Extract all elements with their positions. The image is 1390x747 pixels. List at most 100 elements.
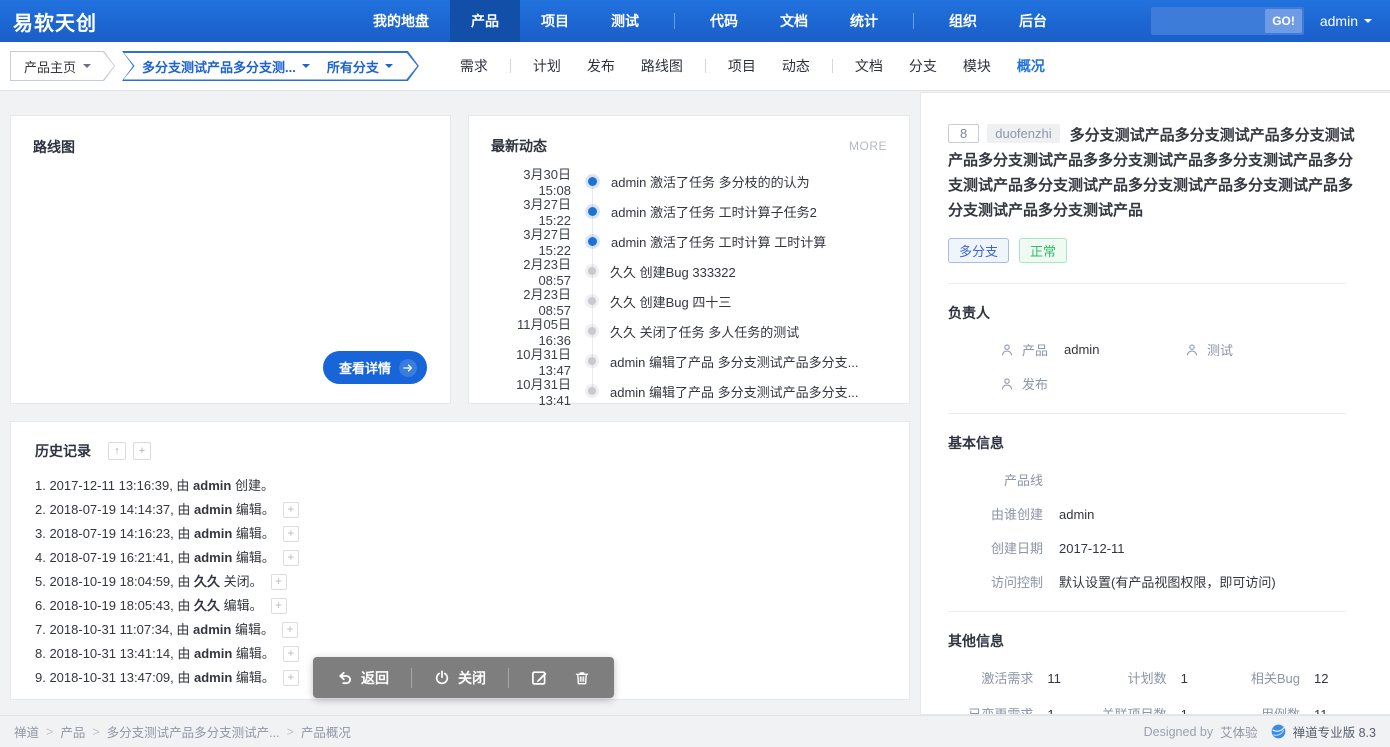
activity-text[interactable]: 久久 创建Bug 333322	[610, 262, 736, 281]
history-expand-button[interactable]: +	[283, 646, 299, 662]
delete-button[interactable]	[568, 670, 596, 686]
footer-credits: Designed by 艾体验 禅道专业版 8.3	[1144, 722, 1376, 741]
stat-value[interactable]: 1	[1181, 671, 1215, 686]
stat-value[interactable]: 1	[1047, 707, 1081, 715]
tab-project[interactable]: 项目	[715, 56, 769, 76]
back-button[interactable]: 返回	[331, 668, 395, 688]
tab-roadmap[interactable]: 路线图	[628, 56, 696, 76]
tab-release[interactable]: 发布	[574, 56, 628, 76]
more-link[interactable]: MORE	[849, 139, 887, 153]
timeline-dot-icon	[588, 237, 597, 246]
info-label: 产品线	[948, 470, 1043, 489]
history-item: 2. 2018-07-19 14:14:37, 由 admin 编辑。+	[35, 498, 885, 522]
reverse-order-button[interactable]: ↑	[108, 442, 126, 460]
nav-item-project[interactable]: 项目	[520, 0, 590, 42]
product-home-button[interactable]: 产品主页	[10, 51, 115, 81]
activity-text[interactable]: admin 编辑了产品 多分支测试产品多分支...	[610, 352, 858, 371]
tab-branch[interactable]: 分支	[896, 56, 950, 76]
tab-plan[interactable]: 计划	[520, 56, 574, 76]
crumb-overview[interactable]: 产品概况	[301, 722, 351, 741]
info-label: 创建日期	[948, 538, 1043, 557]
history-expand-button[interactable]: +	[283, 502, 299, 518]
other-info-section: 其他信息 激活需求 11 计划数 1 相关Bug 12 已变更需求 1	[948, 631, 1366, 715]
power-off-icon	[434, 670, 450, 686]
tab-module[interactable]: 模块	[950, 56, 1004, 76]
footer: 禅道 > 产品 > 多分支测试产品多分支测试产... > 产品概况 Design…	[0, 715, 1390, 747]
activity-text[interactable]: admin 激活了任务 工时计算 工时计算	[611, 232, 826, 251]
expand-all-button[interactable]: +	[133, 442, 151, 460]
designer-link[interactable]: 艾体验	[1220, 722, 1258, 741]
nav-item-test[interactable]: 测试	[590, 0, 660, 42]
tab-doc[interactable]: 文档	[842, 56, 896, 76]
history-expand-button[interactable]: +	[271, 598, 287, 614]
activity-text[interactable]: 久久 创建Bug 四十三	[610, 292, 731, 311]
latest-activity-panel: 最新动态 MORE 3月30日 15:08 admin 激活了任务 多分枝的的认…	[468, 115, 910, 404]
history-expand-button[interactable]: +	[282, 622, 298, 638]
history-actor: 久久	[194, 574, 220, 589]
stat-value[interactable]: 11	[1047, 671, 1081, 686]
stat-bugs: 相关Bug 12	[1215, 668, 1348, 687]
activity-time: 11月05日 16:36	[491, 314, 571, 348]
section-divider	[948, 611, 1346, 612]
crumb-home[interactable]: 禅道	[14, 722, 39, 741]
edit-button[interactable]	[525, 669, 554, 686]
info-row-access-control: 访问控制 默认设置(有产品视图权限，即可访问)	[948, 572, 1366, 591]
crumb-product[interactable]: 产品	[60, 722, 85, 741]
search-go-button[interactable]: GO!	[1265, 9, 1302, 33]
navbar-right: GO! admin	[1151, 7, 1390, 35]
app-logo[interactable]: 易软天创	[13, 7, 97, 36]
stat-value[interactable]: 11	[1314, 707, 1348, 715]
menu-divider	[913, 13, 914, 29]
tab-story[interactable]: 需求	[447, 56, 501, 76]
crumb-separator: >	[92, 725, 99, 739]
owner-product: 产品 admin	[1000, 340, 1185, 359]
crumb-product-name[interactable]: 多分支测试产品多分支测试产...	[107, 722, 280, 741]
info-value: admin	[1059, 507, 1094, 522]
nav-item-product[interactable]: 产品	[450, 0, 520, 42]
history-expand-button[interactable]: +	[283, 670, 299, 686]
nav-item-doc[interactable]: 文档	[759, 0, 829, 42]
stat-value[interactable]: 1	[1181, 707, 1215, 715]
close-button[interactable]: 关闭	[428, 668, 492, 688]
nav-item-organization[interactable]: 组织	[928, 0, 998, 42]
owner-label: 测试	[1207, 340, 1233, 359]
timeline-dot-icon	[588, 177, 597, 186]
view-detail-label: 查看详情	[339, 358, 391, 377]
activity-time: 3月27日 15:22	[491, 194, 571, 228]
history-expand-button[interactable]: +	[283, 550, 299, 566]
zentao-logo-icon	[1271, 724, 1286, 739]
stat-value[interactable]: 12	[1314, 671, 1348, 686]
info-label: 由谁创建	[948, 504, 1043, 523]
stat-linked-projects: 关联项目数 1	[1081, 704, 1214, 715]
roadmap-title: 路线图	[33, 137, 428, 157]
product-select[interactable]: 多分支测试产品多分支测...	[142, 57, 310, 76]
nav-item-code[interactable]: 代码	[689, 0, 759, 42]
activity-item: 10月31日 13:41 admin 编辑了产品 多分支测试产品多分支...	[491, 376, 887, 406]
timeline-dot-icon	[588, 387, 596, 395]
tab-overview[interactable]: 概况	[1004, 56, 1058, 76]
status-badge: 正常	[1019, 238, 1067, 263]
stat-label: 已变更需求	[948, 704, 1033, 715]
nav-item-my-dashboard[interactable]: 我的地盘	[352, 0, 450, 42]
history-action: 创建。	[231, 478, 274, 493]
history-expand-button[interactable]: +	[271, 574, 287, 590]
activity-text[interactable]: admin 激活了任务 工时计算子任务2	[611, 202, 817, 221]
activity-text[interactable]: admin 激活了任务 多分枝的的认为	[611, 172, 810, 191]
sub-navbar: 产品主页 多分支测试产品多分支测... 所有分支 需求 计划 发布 路线图 项目…	[0, 42, 1390, 91]
tab-dynamic[interactable]: 动态	[769, 56, 823, 76]
activity-text[interactable]: 久久 关闭了任务 多人任务的测试	[610, 322, 799, 341]
view-detail-button[interactable]: 查看详情	[323, 351, 427, 384]
timeline-dot-icon	[588, 327, 596, 335]
user-menu[interactable]: admin	[1320, 13, 1372, 29]
branch-select[interactable]: 所有分支	[327, 57, 393, 76]
basic-info-title: 基本信息	[948, 433, 1366, 453]
activity-text[interactable]: admin 编辑了产品 多分支测试产品多分支...	[610, 382, 858, 401]
nav-item-stats[interactable]: 统计	[829, 0, 899, 42]
stat-active-stories: 激活需求 11	[948, 668, 1081, 687]
nav-item-admin-panel[interactable]: 后台	[998, 0, 1068, 42]
history-action: 编辑。	[232, 670, 275, 685]
history-expand-button[interactable]: +	[283, 526, 299, 542]
tab-divider	[705, 59, 706, 73]
global-search-input[interactable]	[1153, 9, 1265, 33]
history-action: 编辑。	[231, 622, 274, 637]
